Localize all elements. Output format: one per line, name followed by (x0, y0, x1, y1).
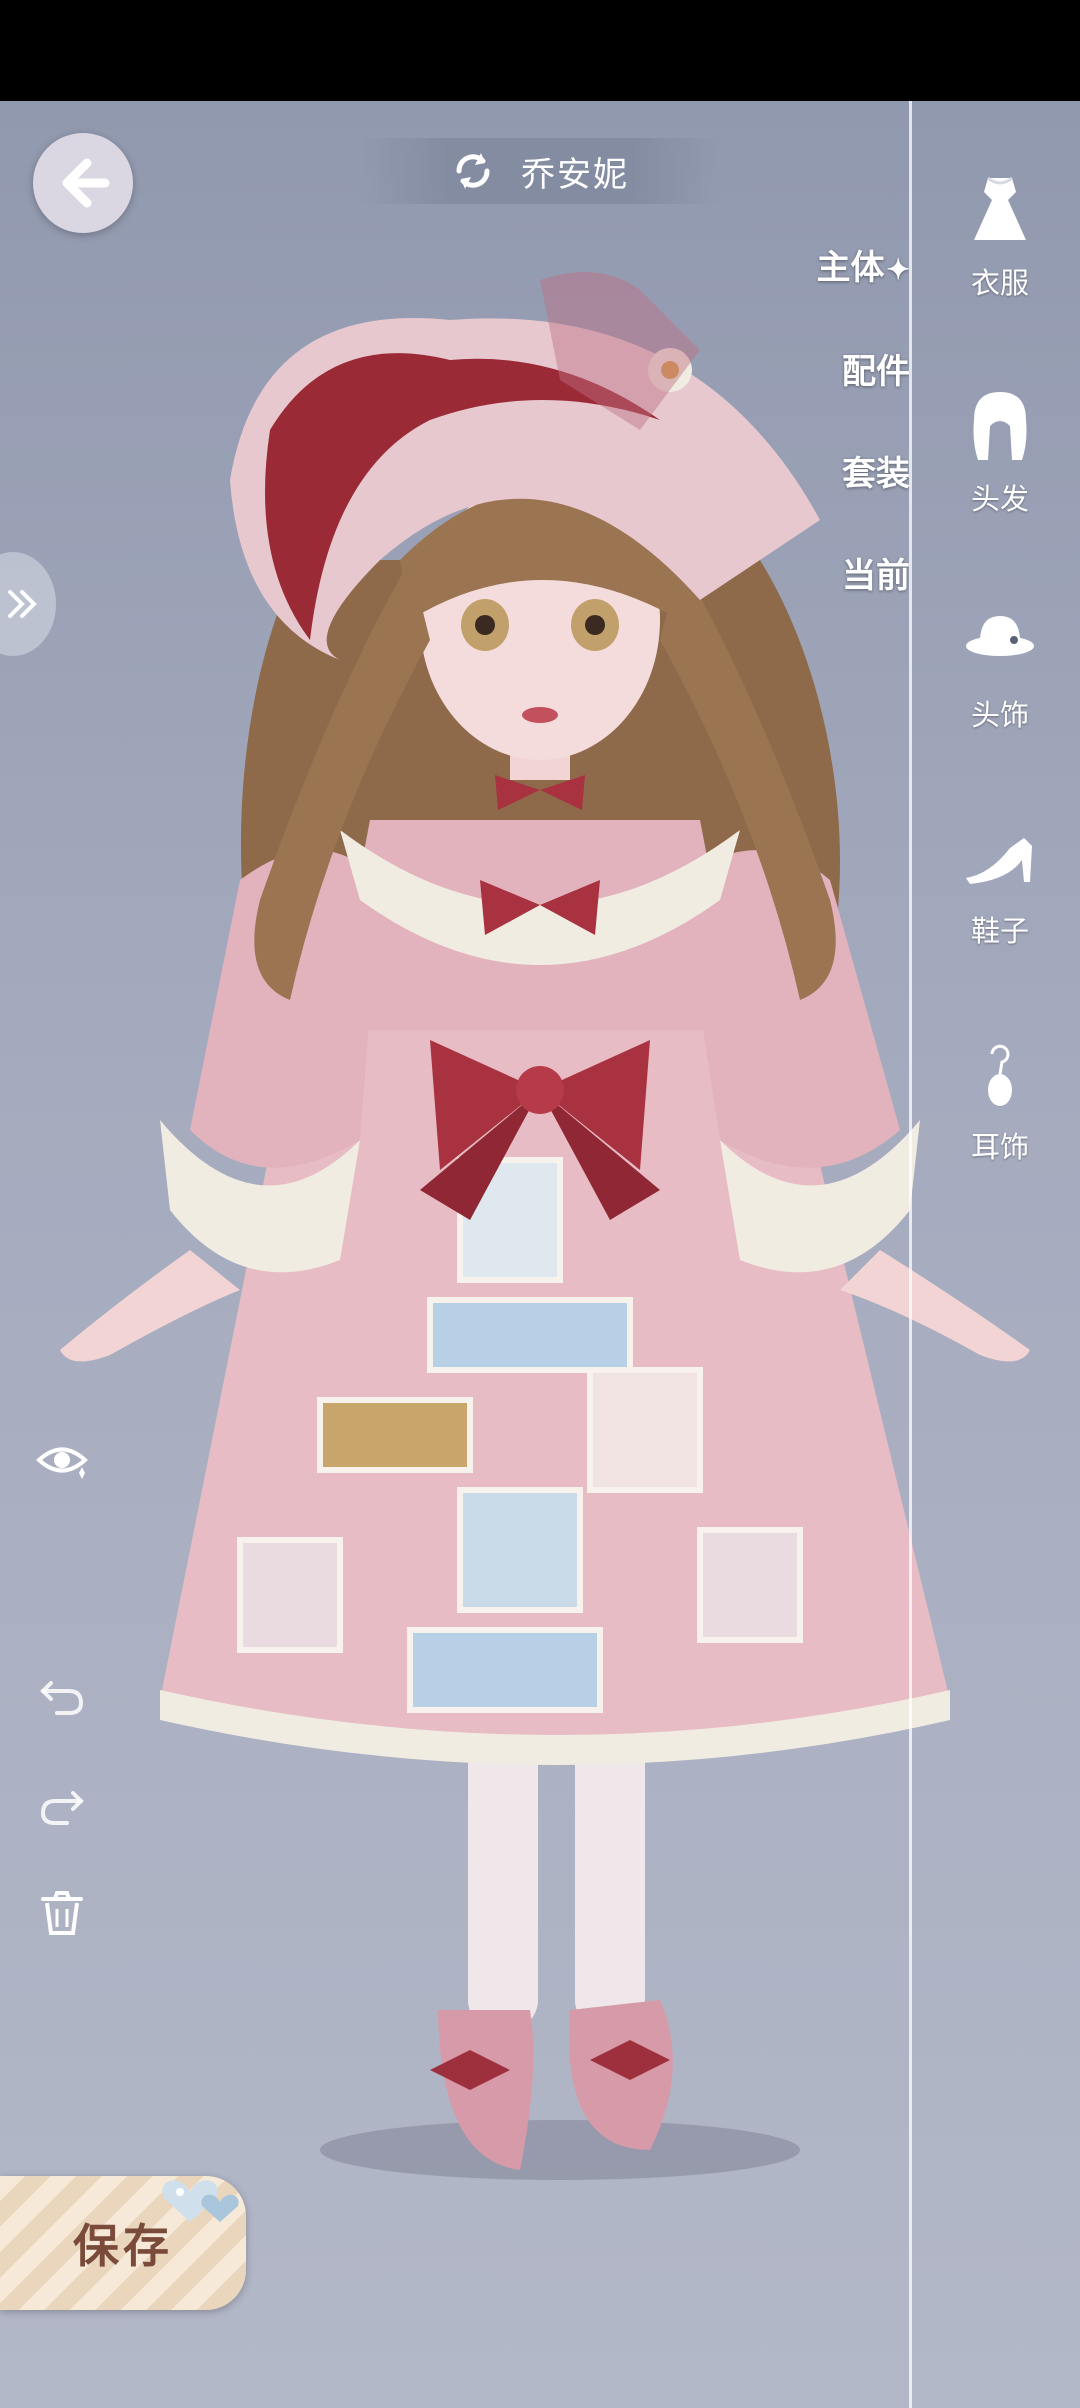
status-bar (0, 0, 1080, 101)
eye-icon (36, 1447, 88, 1479)
switch-character-icon[interactable] (451, 149, 495, 193)
tab-hair-label: 头发 (970, 482, 1029, 516)
hair-icon (973, 392, 1027, 460)
character-model[interactable] (0, 101, 1080, 2408)
character-name: 乔安妮 (521, 154, 629, 195)
tab-headwear[interactable]: 头饰 (930, 602, 1070, 752)
redo-button[interactable] (32, 1772, 92, 1832)
tab-clothes[interactable]: 衣服 (930, 170, 1070, 320)
category-main[interactable]: 主体 (800, 240, 910, 289)
character-name-bar[interactable]: 乔安妮 (360, 138, 720, 204)
tab-clothes-label: 衣服 (970, 266, 1029, 300)
tab-headwear-label: 头饰 (970, 698, 1029, 732)
tab-shoes-label: 鞋子 (970, 914, 1029, 948)
redo-icon (40, 1791, 84, 1825)
category-accessories[interactable]: 配件 (800, 344, 910, 393)
undo-icon (40, 1681, 84, 1715)
dress-icon (974, 176, 1026, 240)
category-sets[interactable]: 套装 (800, 446, 910, 495)
shoe-icon (966, 838, 1032, 884)
arrow-left-icon (62, 158, 110, 208)
heart-decoration-icon (162, 2180, 239, 2222)
tab-earrings[interactable]: 耳饰 (930, 1034, 1070, 1184)
category-current[interactable]: 当前 (800, 548, 910, 597)
toggle-visibility-button[interactable] (32, 1430, 92, 1490)
undo-button[interactable] (32, 1662, 92, 1722)
double-chevron-right-icon (8, 590, 37, 618)
tab-hair[interactable]: 头发 (930, 386, 1070, 536)
back-button[interactable] (33, 133, 133, 233)
delete-button[interactable] (32, 1882, 92, 1942)
earring-icon (988, 1044, 1012, 1106)
hat-icon (966, 616, 1034, 656)
tab-earrings-label: 耳饰 (970, 1130, 1029, 1164)
trash-icon (41, 1891, 83, 1935)
tab-shoes[interactable]: 鞋子 (930, 818, 1070, 968)
right-panel-divider (909, 101, 912, 2408)
